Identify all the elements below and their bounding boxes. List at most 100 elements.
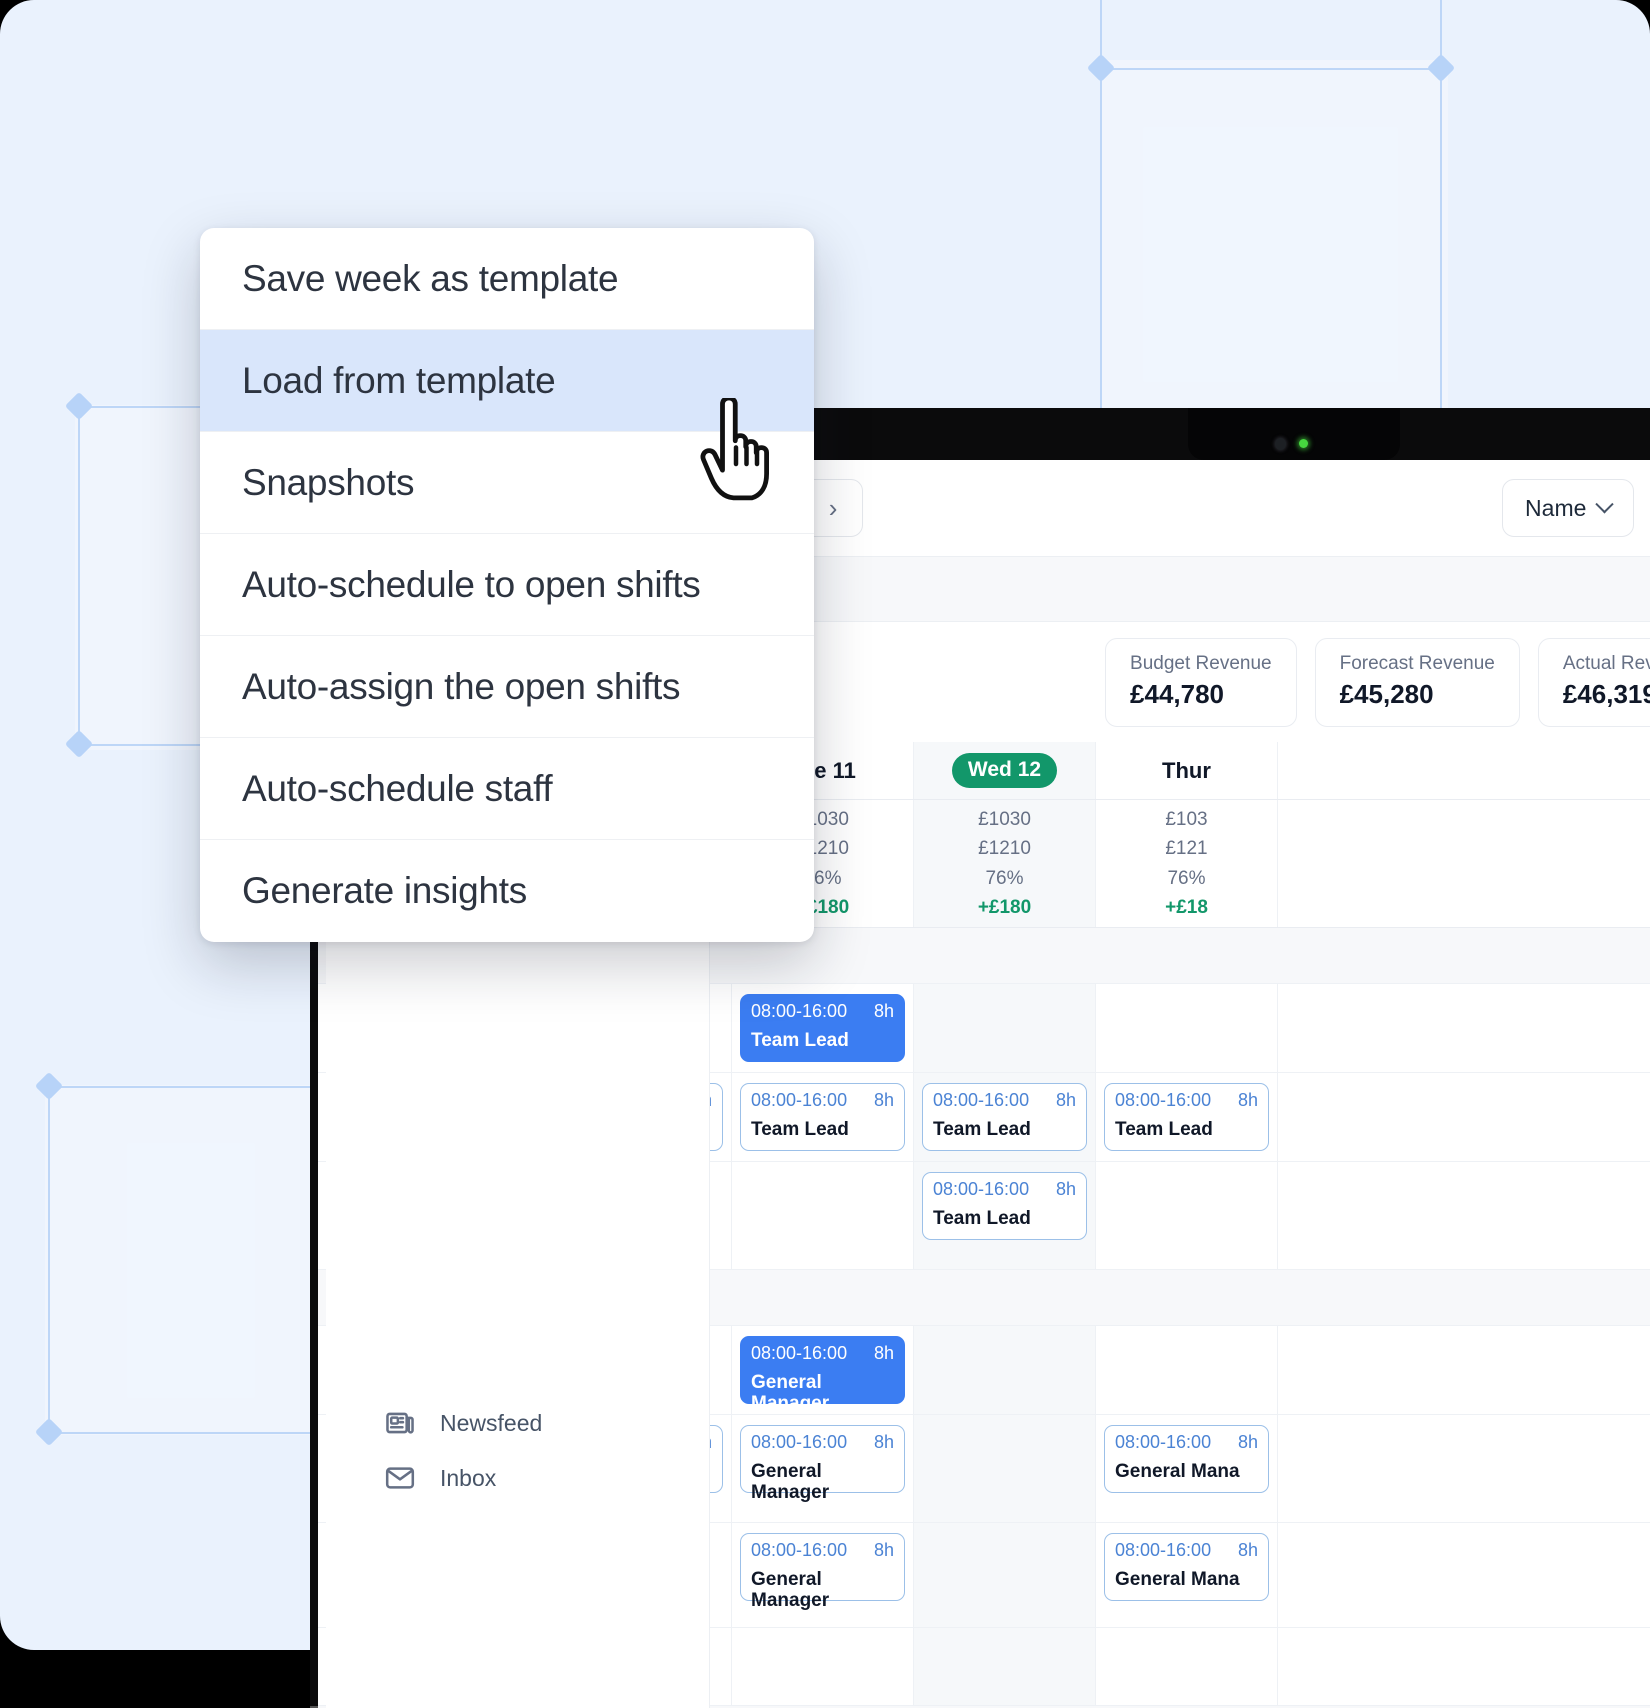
- menu-item[interactable]: Generate insights: [200, 840, 814, 942]
- schedule-cell[interactable]: [1096, 1628, 1278, 1705]
- menu-item-label: Auto-assign the open shifts: [242, 665, 681, 707]
- shift-chip[interactable]: 08:00-16:00 8h Team Lead: [922, 1172, 1087, 1240]
- sidebar-item-label: Newsfeed: [440, 1409, 543, 1436]
- shift-hours: 8h: [1237, 1090, 1258, 1110]
- sidebar-item-label: Inbox: [440, 1464, 497, 1491]
- schedule-cell[interactable]: 08:00-16:00 8h General Manager: [732, 1415, 914, 1522]
- forecast-value: £1210: [978, 838, 1031, 860]
- deco-line: [48, 1086, 320, 1088]
- schedule-cell[interactable]: 08:00-16:00 8h General Mana: [1096, 1523, 1278, 1627]
- schedule-cell[interactable]: [914, 1523, 1096, 1627]
- schedule-cell[interactable]: [1096, 984, 1278, 1072]
- menu-item[interactable]: Save week as template: [200, 228, 814, 330]
- deco-panel: [1100, 60, 1448, 412]
- kpi-label: Forecast Revenue: [1339, 652, 1495, 674]
- shift-chip-top: 08:00-16:00 8h: [751, 1001, 894, 1022]
- labour-pct: 76%: [985, 867, 1024, 889]
- shift-time: 08:00-16:00: [1115, 1432, 1212, 1452]
- deco-line: [48, 1432, 320, 1434]
- schedule-cell[interactable]: [914, 1415, 1096, 1522]
- shift-chip-top: 08:00-16:00 8h: [933, 1090, 1076, 1111]
- shift-role: Team Lead: [933, 1207, 1031, 1229]
- schedule-cell[interactable]: [732, 1628, 914, 1705]
- schedule-cell[interactable]: [1096, 1326, 1278, 1414]
- forecast-value: £121: [1165, 838, 1208, 860]
- kpi-value: £45,280: [1339, 678, 1434, 709]
- schedule-cell[interactable]: 08:00-16:00 8h Team Lead: [914, 1162, 1096, 1269]
- shift-time: 08:00-16:00: [751, 1540, 848, 1560]
- sort-by-select[interactable]: Name: [1502, 479, 1635, 537]
- shift-role: General Mana: [1115, 1460, 1240, 1482]
- shift-hours: 8h: [1237, 1432, 1258, 1452]
- shift-chip-top: 08:00-16:00 8h: [751, 1343, 894, 1364]
- shift-chip[interactable]: 08:00-16:00 8h General Manager: [740, 1336, 905, 1414]
- schedule-cell[interactable]: 08:00-16:00 8h General Mana: [1096, 1415, 1278, 1522]
- toolbar-right-group: Name Lo: [1502, 479, 1650, 537]
- budget-delta: +£18: [1165, 896, 1208, 918]
- deco-panel: [75, 405, 205, 750]
- shift-chip[interactable]: 08:00-16:00 8h Team Lead: [740, 994, 905, 1062]
- schedule-cell[interactable]: 08:00-16:00 8h Team Lead: [914, 1073, 1096, 1161]
- shift-chip[interactable]: 08:00-16:00 8h General Mana: [1104, 1533, 1269, 1601]
- shift-role: Team Lead: [751, 1029, 849, 1051]
- sidebar-item-inbox[interactable]: Inbox: [384, 1462, 496, 1494]
- chevron-down-icon: [1595, 494, 1615, 513]
- menu-item-label: Auto-schedule to open shifts: [242, 563, 701, 605]
- budget-delta: +£180: [977, 896, 1032, 918]
- menu-item[interactable]: Auto-schedule to open shifts: [200, 534, 814, 636]
- shift-hours: 8h: [1055, 1179, 1076, 1199]
- schedule-cell[interactable]: 08:00-16:00 8h Team Lead: [732, 984, 914, 1072]
- day-budget-cell: £1030 £1210 76% +£180: [914, 800, 1096, 927]
- menu-item-label: Generate insights: [242, 870, 527, 911]
- newsfeed-icon: [386, 1412, 414, 1434]
- sort-by-label: Name: [1525, 494, 1587, 521]
- shift-chip-top: 08:00-16:00 8h: [751, 1432, 894, 1453]
- shift-hours: 8h: [873, 1432, 894, 1452]
- shift-chip-top: 08:00-16:00 8h: [1115, 1090, 1258, 1111]
- shift-role: General Manager: [751, 1568, 830, 1611]
- kpi-card-group: Budget Revenue £44,780 Forecast Revenue £45…: [1105, 637, 1650, 727]
- labour-pct: 76%: [1167, 867, 1206, 889]
- shift-hours: 8h: [873, 1343, 894, 1363]
- kpi-label: Actual Revenue: [1562, 652, 1650, 674]
- menu-item[interactable]: Auto-schedule staff: [200, 738, 814, 840]
- kpi-card: Forecast Revenue £45,280: [1314, 637, 1520, 727]
- schedule-cell[interactable]: 08:00-16:00 8h Team Lead: [732, 1073, 914, 1161]
- sidebar-item-newsfeed[interactable]: Newsfeed: [384, 1407, 542, 1439]
- shift-hours: 8h: [873, 1540, 894, 1560]
- shift-chip[interactable]: 08:00-16:00 8h Team Lead: [1104, 1083, 1269, 1151]
- shift-chip[interactable]: 08:00-16:00 8h Team Lead: [922, 1083, 1087, 1151]
- schedule-cell[interactable]: [914, 1628, 1096, 1705]
- schedule-cell[interactable]: 08:00-16:00 8h Team Lead: [1096, 1073, 1278, 1161]
- envelope-icon: [385, 1467, 415, 1489]
- shift-role: General Manager: [751, 1460, 830, 1503]
- schedule-cell[interactable]: [732, 1162, 914, 1269]
- shift-chip[interactable]: 08:00-16:00 8h General Manager: [740, 1425, 905, 1503]
- schedule-cell[interactable]: [914, 1326, 1096, 1414]
- shift-time: 08:00-16:00: [1115, 1090, 1212, 1110]
- shift-role: General Manager: [751, 1371, 830, 1414]
- shift-chip[interactable]: 08:00-16:00 8h General Mana: [1104, 1425, 1269, 1493]
- schedule-cell[interactable]: 08:00-16:00 8h General Manager: [732, 1326, 914, 1414]
- shift-chip[interactable]: 08:00-16:00 8h Team Lead: [740, 1083, 905, 1151]
- menu-item[interactable]: Auto-assign the open shifts: [200, 636, 814, 738]
- laptop-notch: [1188, 408, 1400, 460]
- shift-chip[interactable]: 08:00-16:00 8h General Manager: [740, 1533, 905, 1611]
- schedule-cell[interactable]: 08:00-16:00 8h General Manager: [732, 1523, 914, 1627]
- deco-line: [78, 406, 208, 408]
- schedule-cell[interactable]: [914, 984, 1096, 1072]
- menu-item-label: Load from template: [242, 359, 556, 401]
- deco-line: [1100, 68, 1102, 413]
- shift-role: Team Lead: [751, 1118, 849, 1140]
- shift-time: 08:00-16:00: [751, 1001, 848, 1021]
- day-column-header: Thur: [1096, 742, 1278, 799]
- shift-chip-top: 08:00-16:00 8h: [751, 1540, 894, 1561]
- pointer-cursor: [700, 398, 769, 501]
- shift-time: 08:00-16:00: [933, 1179, 1030, 1199]
- schedule-actions-menu: Save week as template Load from template S…: [200, 228, 814, 942]
- deco-line: [78, 406, 80, 746]
- shift-hours: 8h: [873, 1001, 894, 1021]
- deco-line: [48, 1086, 50, 1434]
- shift-chip-top: 08:00-16:00 8h: [1115, 1540, 1258, 1561]
- schedule-cell[interactable]: [1096, 1162, 1278, 1269]
